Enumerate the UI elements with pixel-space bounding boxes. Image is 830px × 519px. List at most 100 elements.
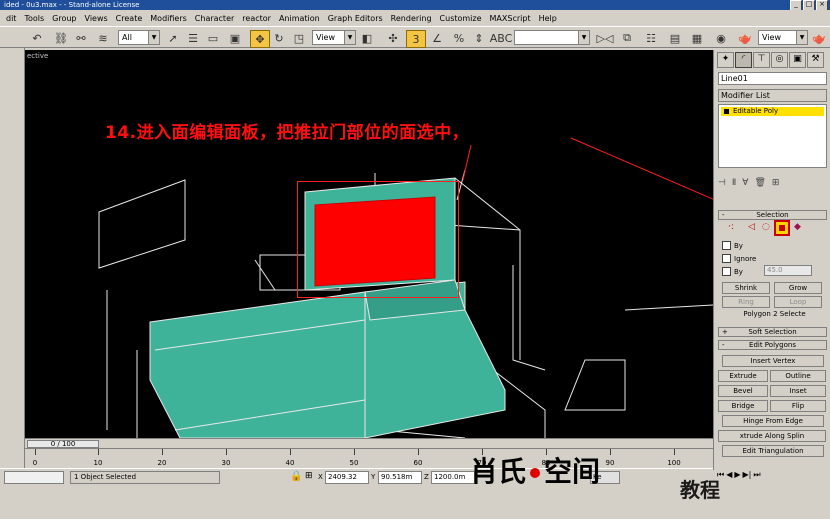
quick-render-icon[interactable]: 🫖 xyxy=(810,30,828,46)
vertex-subobject-icon[interactable]: ·: xyxy=(728,222,734,232)
select-by-name-icon[interactable]: ☰ xyxy=(184,30,202,46)
soft-selection-rollout[interactable]: + Soft Selection xyxy=(718,327,827,337)
configure-sets-icon[interactable]: ⊞ xyxy=(772,178,780,190)
maxscript-listener[interactable] xyxy=(4,471,64,484)
grow-button[interactable]: Grow xyxy=(774,282,822,294)
edit-polygons-rollout[interactable]: - Edit Polygons xyxy=(718,340,827,350)
bridge-button[interactable]: Bridge xyxy=(718,400,768,412)
select-link-icon[interactable]: ⛓ xyxy=(52,30,70,46)
layer-manager-icon[interactable]: ☷ xyxy=(642,30,660,46)
remove-modifier-icon[interactable]: 🗑 xyxy=(754,178,765,190)
motion-tab-icon[interactable]: ◎ xyxy=(771,52,788,68)
bind-space-warp-icon[interactable]: ≋ xyxy=(94,30,112,46)
extrude-button[interactable]: Extrude xyxy=(718,370,768,382)
undo-icon[interactable]: ↶ xyxy=(28,30,46,46)
menu-customize[interactable]: Customize xyxy=(436,14,486,23)
hinge-from-edge-button[interactable]: Hinge From Edge xyxy=(722,415,824,427)
selection-rollout[interactable]: - Selection xyxy=(718,210,827,220)
selection-filter-dropdown[interactable]: All ▼ xyxy=(118,30,160,45)
render-scene-icon[interactable]: 🫖 xyxy=(736,30,754,46)
reference-coord-dropdown[interactable]: View ▼ xyxy=(312,30,356,45)
spinner-snap-icon[interactable]: ⇕ xyxy=(470,30,488,46)
named-selection-dropdown[interactable]: ▼ xyxy=(514,30,590,45)
select-object-icon[interactable]: ➚ xyxy=(164,30,182,46)
element-subobject-icon[interactable]: ◆ xyxy=(794,222,801,232)
modifier-list-dropdown[interactable]: Modifier List xyxy=(718,89,827,102)
border-subobject-icon[interactable]: ◌ xyxy=(762,222,770,232)
mirror-icon[interactable]: ▷◁ xyxy=(596,30,614,46)
pivot-center-icon[interactable]: ◧ xyxy=(358,30,376,46)
material-editor-icon[interactable]: ◉ xyxy=(712,30,730,46)
select-move-icon[interactable]: ✥ xyxy=(250,30,270,48)
z-coordinate-field[interactable]: 1200.0m xyxy=(431,471,475,484)
display-tab-icon[interactable]: ▣ xyxy=(789,52,806,68)
percent-snap-icon[interactable]: % xyxy=(450,30,468,46)
play-icon[interactable]: ▶ xyxy=(734,470,740,484)
select-rotate-icon[interactable]: ↻ xyxy=(270,30,288,46)
curve-editor-icon[interactable]: ▤ xyxy=(666,30,684,46)
menu-maxscript[interactable]: MAXScript xyxy=(486,14,535,23)
pin-stack-icon[interactable]: ⊣ xyxy=(718,178,726,190)
by-vertex-checkbox[interactable]: By xyxy=(722,241,743,250)
edit-named-selection-icon[interactable]: ABC xyxy=(490,30,513,46)
modifier-stack-item[interactable]: Editable Poly xyxy=(721,107,824,116)
menu-character[interactable]: Character xyxy=(191,14,239,23)
menu-create[interactable]: Create xyxy=(112,14,147,23)
schematic-view-icon[interactable]: ▦ xyxy=(688,30,706,46)
lock-selection-icon[interactable]: 🔒 xyxy=(290,471,302,482)
previous-frame-icon[interactable]: ◀ xyxy=(726,470,732,484)
rectangular-selection-icon[interactable]: ▭ xyxy=(204,30,222,46)
edge-subobject-icon[interactable]: ◁ xyxy=(748,222,755,232)
menu-edit[interactable]: dit xyxy=(2,14,20,23)
modify-tab-icon[interactable]: ◜ xyxy=(735,52,752,68)
loop-button[interactable]: Loop xyxy=(774,296,822,308)
window-crossing-icon[interactable]: ▣ xyxy=(226,30,244,46)
absolute-mode-icon[interactable]: ⊞ xyxy=(305,471,313,481)
render-type-dropdown[interactable]: View ▼ xyxy=(758,30,808,45)
utilities-tab-icon[interactable]: ⚒ xyxy=(807,52,824,68)
time-slider[interactable]: 0 / 100 xyxy=(27,440,99,448)
modifier-stack[interactable]: Editable Poly xyxy=(718,104,827,168)
polygon-subobject-icon[interactable] xyxy=(774,220,790,236)
menu-modifiers[interactable]: Modifiers xyxy=(146,14,191,23)
menu-help[interactable]: Help xyxy=(535,14,561,23)
menu-graph-editors[interactable]: Graph Editors xyxy=(324,14,387,23)
make-unique-icon[interactable]: ∀ xyxy=(742,178,748,190)
y-coordinate-field[interactable]: 90.518m xyxy=(378,471,422,484)
create-tab-icon[interactable]: ✦ xyxy=(717,52,734,68)
inset-button[interactable]: Inset xyxy=(770,385,826,397)
perspective-viewport[interactable]: ective 14.进入面编辑面板，把推拉门部位的面选中， xyxy=(25,50,713,438)
ignore-backfacing-checkbox[interactable]: Ignore xyxy=(722,254,756,263)
menu-views[interactable]: Views xyxy=(81,14,112,23)
menu-tools[interactable]: Tools xyxy=(20,14,48,23)
menu-reactor[interactable]: reactor xyxy=(238,14,275,23)
shrink-button[interactable]: Shrink xyxy=(722,282,770,294)
viewport-label[interactable]: ective xyxy=(27,52,48,60)
edit-triangulation-button[interactable]: Edit Triangulation xyxy=(722,445,824,457)
menu-group[interactable]: Group xyxy=(48,14,80,23)
angle-snap-icon[interactable]: ∠ xyxy=(428,30,446,46)
show-end-result-icon[interactable]: Ⅱ xyxy=(732,178,736,190)
snaps-toggle-icon[interactable]: 3 xyxy=(406,30,426,48)
track-bar[interactable]: 0 10 20 30 40 50 60 70 80 90 100 xyxy=(25,448,713,468)
x-coordinate-field[interactable]: 2409.32 xyxy=(325,471,369,484)
angle-spinner[interactable]: 45.0 xyxy=(764,265,812,276)
menu-animation[interactable]: Animation xyxy=(275,14,324,23)
next-frame-icon[interactable]: ▶| xyxy=(743,470,752,484)
bevel-button[interactable]: Bevel xyxy=(718,385,768,397)
extrude-along-spline-button[interactable]: xtrude Along Splin xyxy=(718,430,826,442)
unlink-icon[interactable]: ⚯ xyxy=(72,30,90,46)
menu-rendering[interactable]: Rendering xyxy=(387,14,436,23)
select-scale-icon[interactable]: ◳ xyxy=(290,30,308,46)
hierarchy-tab-icon[interactable]: ⊤ xyxy=(753,52,770,68)
ring-button[interactable]: Ring xyxy=(722,296,770,308)
insert-vertex-button[interactable]: Insert Vertex xyxy=(722,355,824,367)
outline-button[interactable]: Outline xyxy=(770,370,826,382)
align-icon[interactable]: ⧉ xyxy=(618,30,636,46)
flip-button[interactable]: Flip xyxy=(770,400,826,412)
command-panel-tabs: ✦ ◜ ⊤ ◎ ▣ ⚒ xyxy=(714,50,830,68)
select-manipulate-icon[interactable]: ✣ xyxy=(384,30,402,46)
object-name-field[interactable]: Line01 xyxy=(718,72,827,85)
by-angle-checkbox[interactable]: By xyxy=(722,267,743,276)
go-to-end-icon[interactable]: ⏭ xyxy=(753,470,760,484)
